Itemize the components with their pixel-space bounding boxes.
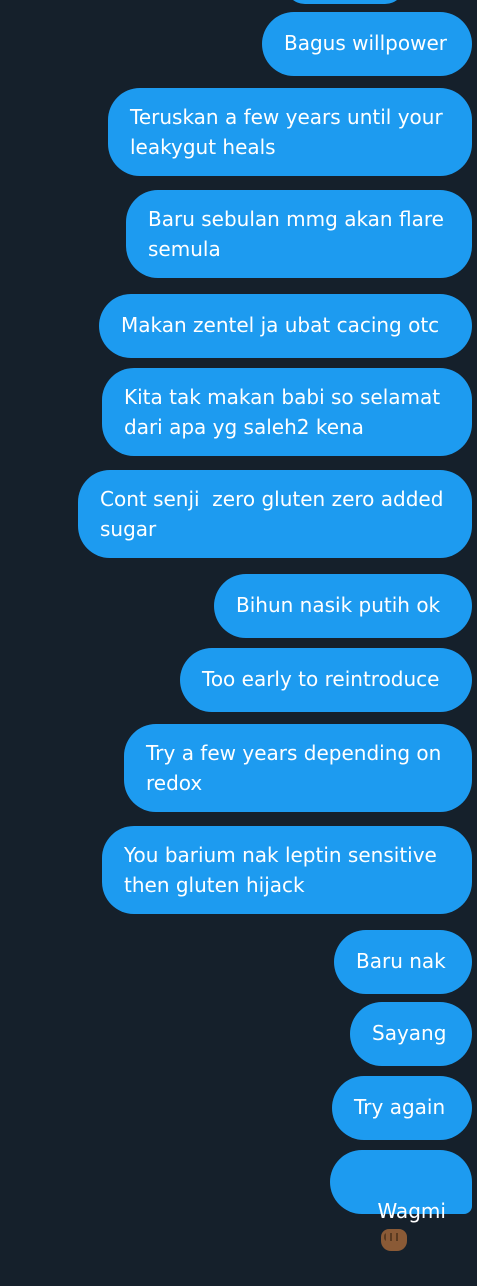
message-bubble[interactable]: Sayang xyxy=(350,1002,472,1066)
message-bubble[interactable]: Try again xyxy=(332,1076,472,1140)
message-bubble[interactable]: Too early to reintroduce xyxy=(180,648,472,712)
message-bubble[interactable]: Bihun nasik putih ok xyxy=(214,574,472,638)
message-bubble[interactable]: You barium nak leptin sensitive then glu… xyxy=(102,826,472,914)
fist-emoji-icon xyxy=(381,1229,408,1251)
message-bubble[interactable]: Baru sebulan mmg akan flare semula xyxy=(126,190,472,278)
message-bubble[interactable]: Wagmi xyxy=(330,1150,472,1251)
message-text: Wagmi xyxy=(377,1199,446,1223)
previous-message-bubble[interactable] xyxy=(285,0,405,4)
message-bubble[interactable]: Makan zentel ja ubat cacing otc xyxy=(99,294,472,358)
message-bubble[interactable]: Cont senji zero gluten zero added sugar xyxy=(78,470,472,558)
message-bubble[interactable]: Baru nak xyxy=(334,930,472,994)
message-bubble[interactable]: Kita tak makan babi so selamat dari apa … xyxy=(102,368,472,456)
message-bubble[interactable]: Bagus willpower xyxy=(262,12,472,76)
chat-thread: Bagus willpower Teruskan a few years unt… xyxy=(0,0,477,1251)
message-bubble[interactable]: Teruskan a few years until your leakygut… xyxy=(108,88,472,176)
message-bubble[interactable]: Try a few years depending on redox xyxy=(124,724,472,812)
